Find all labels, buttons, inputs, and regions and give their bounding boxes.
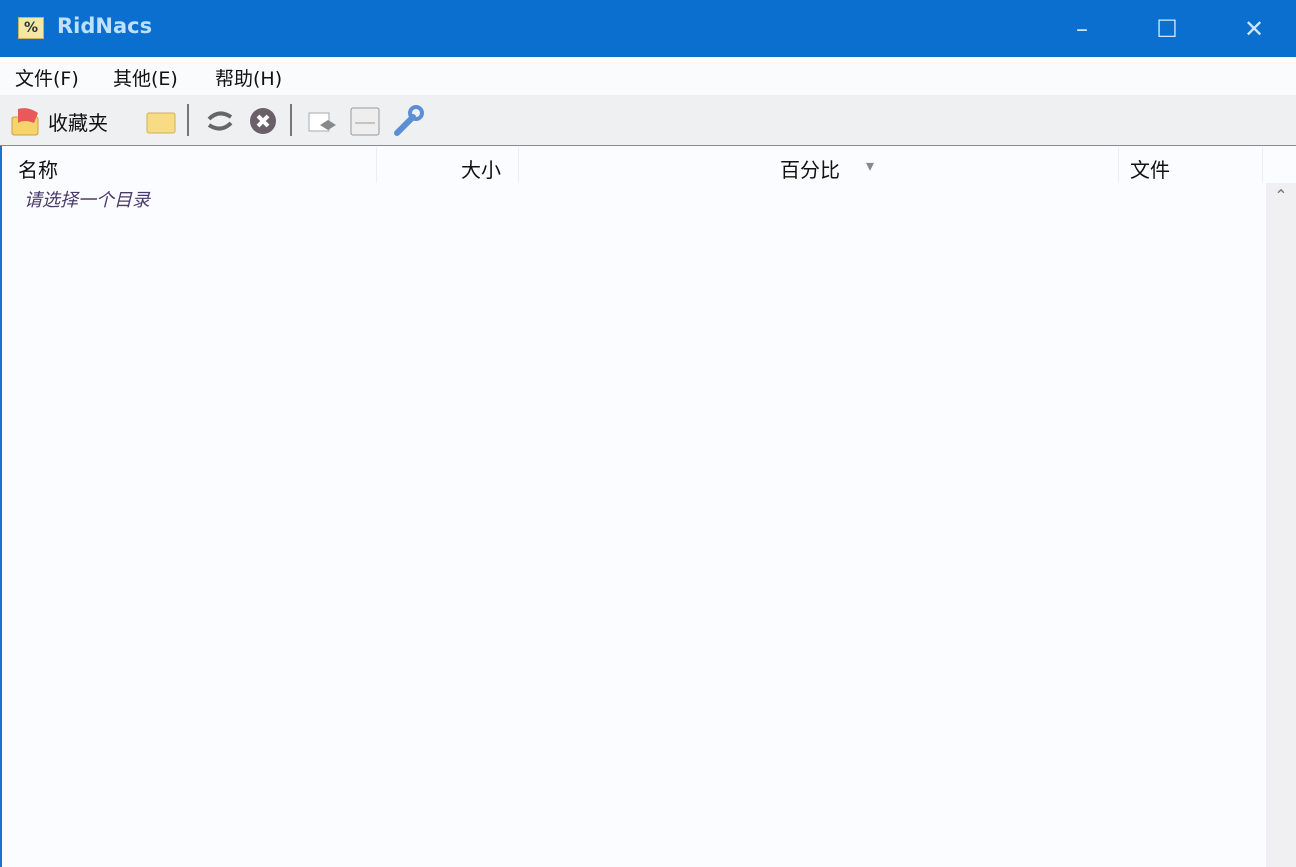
column-divider[interactable]: [518, 147, 519, 183]
favorites-folder-icon: [11, 108, 39, 136]
column-divider[interactable]: [376, 147, 377, 183]
close-button[interactable]: ✕: [1224, 8, 1284, 50]
toolbar-separator: [290, 104, 292, 136]
menu-help[interactable]: 帮助(H): [215, 64, 282, 91]
save-icon[interactable]: [349, 105, 381, 137]
menu-other[interactable]: 其他(E): [113, 64, 178, 91]
refresh-icon[interactable]: [203, 105, 237, 137]
stop-icon[interactable]: [248, 105, 280, 137]
scroll-up-button[interactable]: ⌃: [1266, 186, 1296, 210]
column-divider[interactable]: [1118, 147, 1119, 183]
menu-bar: [0, 57, 1296, 95]
menu-file[interactable]: 文件(F): [15, 64, 79, 91]
list-header: [0, 147, 1266, 185]
toolbar-separator: [187, 104, 189, 136]
maximize-button[interactable]: ☐: [1137, 8, 1197, 50]
settings-wrench-icon[interactable]: [393, 105, 425, 137]
favorites-button[interactable]: 收藏夹: [10, 105, 120, 137]
sort-desc-icon: ▾: [866, 156, 875, 175]
vertical-scrollbar[interactable]: [1266, 183, 1296, 867]
title-bar: % RidNacs – ☐ ✕: [0, 0, 1296, 57]
toolbar: [0, 95, 1296, 146]
favorites-label: 收藏夹: [48, 111, 108, 135]
column-size[interactable]: 大小: [461, 154, 501, 183]
export-icon[interactable]: [306, 105, 338, 137]
empty-list-placeholder: 请选择一个目录: [24, 190, 150, 211]
window-title: RidNacs: [57, 14, 153, 38]
minimize-button[interactable]: –: [1052, 8, 1112, 50]
column-percent[interactable]: 百分比: [780, 154, 840, 183]
app-icon: %: [18, 17, 44, 39]
open-folder-icon[interactable]: [145, 105, 177, 137]
column-files[interactable]: 文件: [1130, 154, 1170, 183]
column-name[interactable]: 名称: [18, 154, 58, 183]
column-divider[interactable]: [1262, 147, 1263, 183]
